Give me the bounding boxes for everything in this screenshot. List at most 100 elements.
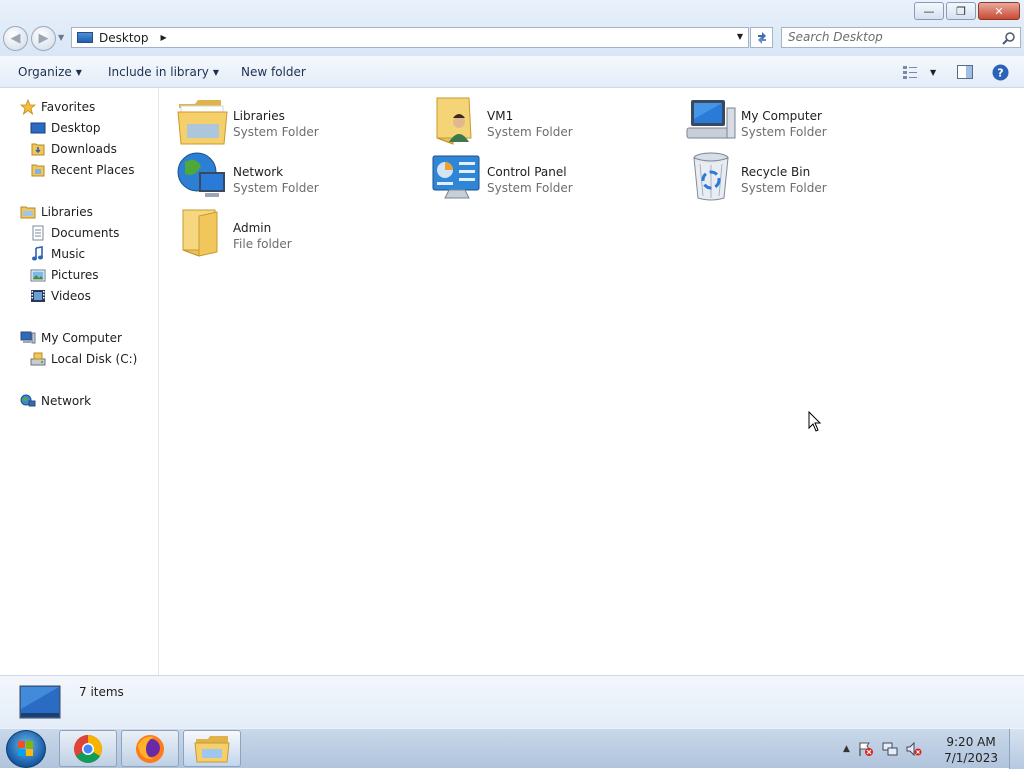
item-type: System Folder — [233, 125, 319, 139]
breadcrumb-arrow-icon[interactable]: ▶ — [161, 33, 167, 42]
nav-videos[interactable]: Videos — [30, 286, 91, 306]
nav-documents[interactable]: Documents — [30, 223, 119, 243]
new-folder-button[interactable]: New folder — [241, 65, 306, 79]
back-arrow-icon: ◀ — [10, 31, 21, 46]
nav-music[interactable]: Music — [30, 244, 85, 264]
control-panel-icon — [432, 155, 480, 199]
svg-text:?: ? — [997, 67, 1003, 80]
address-dropdown-icon[interactable]: ▼ — [737, 32, 743, 41]
back-button[interactable]: ◀ — [3, 26, 28, 51]
item-my-computer[interactable]: My Computer System Folder — [685, 94, 925, 148]
file-list: Libraries System Folder VM1 System Folde… — [159, 88, 1024, 675]
nav-recent-places[interactable]: Recent Places — [30, 160, 134, 180]
clock[interactable]: 9:20 AM 7/1/2023 — [944, 734, 998, 766]
firefox-icon — [136, 735, 164, 763]
show-hidden-icons-button[interactable]: ▲ — [843, 744, 850, 754]
recent-pages-dropdown[interactable]: ▼ — [58, 33, 64, 42]
libraries-icon — [177, 100, 228, 145]
minimize-button[interactable]: — — [914, 2, 944, 20]
network-icon — [20, 393, 36, 409]
search-input[interactable] — [788, 28, 993, 46]
item-count: 7 items — [79, 685, 124, 699]
folder-icon — [182, 209, 218, 257]
item-type: System Folder — [487, 125, 573, 139]
item-type: System Folder — [741, 125, 827, 139]
organize-menu[interactable]: Organize ▼ — [18, 65, 82, 79]
network-status-icon[interactable] — [882, 741, 898, 757]
user-folder-icon — [436, 97, 472, 145]
command-bar: Organize ▼ Include in library ▼ New folder… — [0, 56, 1024, 88]
forward-arrow-icon: ▶ — [38, 31, 49, 46]
refresh-button[interactable] — [750, 27, 773, 48]
downloads-icon — [30, 141, 46, 157]
item-admin[interactable]: Admin File folder — [177, 206, 417, 260]
explorer-icon — [194, 736, 230, 763]
chevron-down-icon: ▼ — [75, 68, 82, 77]
tray-area: ▲ — [843, 741, 922, 757]
nav-desktop[interactable]: Desktop — [30, 118, 101, 138]
nav-libraries[interactable]: Libraries — [20, 202, 93, 222]
item-type: File folder — [233, 237, 292, 251]
view-options-icon — [903, 66, 917, 79]
desktop-icon — [19, 685, 61, 719]
nav-music-label: Music — [51, 247, 86, 261]
item-name: Libraries — [233, 109, 285, 123]
change-view-button[interactable]: ▼ — [902, 64, 936, 80]
details-pane: 7 items — [0, 675, 1024, 728]
item-recycle-bin[interactable]: Recycle Bin System Folder — [685, 150, 925, 204]
nav-downloads-label: Downloads — [51, 142, 117, 156]
restore-button[interactable]: ❐ — [946, 2, 976, 20]
search-icon[interactable] — [1002, 31, 1016, 45]
item-control-panel[interactable]: Control Panel System Folder — [431, 150, 671, 204]
include-in-library-label: Include in library — [108, 65, 209, 79]
nav-favorites[interactable]: Favorites — [19, 97, 95, 117]
computer-icon — [20, 330, 36, 346]
item-type: System Folder — [233, 181, 319, 195]
item-type: System Folder — [741, 181, 827, 195]
star-icon — [19, 98, 37, 116]
volume-muted-icon[interactable] — [906, 741, 922, 757]
chrome-icon — [74, 735, 102, 763]
nav-my-computer[interactable]: My Computer — [20, 328, 122, 348]
nav-videos-label: Videos — [51, 289, 91, 303]
item-vm1[interactable]: VM1 System Folder — [431, 94, 671, 148]
nav-libraries-label: Libraries — [41, 205, 93, 219]
network-icon — [177, 152, 225, 197]
pictures-icon — [30, 267, 46, 283]
desktop-icon — [77, 32, 93, 43]
nav-my-computer-label: My Computer — [41, 331, 122, 345]
nav-documents-label: Documents — [51, 226, 120, 240]
taskbar-chrome[interactable] — [59, 730, 117, 767]
libraries-icon — [20, 204, 36, 220]
show-desktop-button[interactable] — [1009, 729, 1024, 769]
item-libraries[interactable]: Libraries System Folder — [177, 94, 417, 148]
item-network[interactable]: Network System Folder — [177, 150, 417, 204]
refresh-icon — [757, 31, 766, 44]
search-box[interactable] — [781, 27, 1021, 48]
nav-local-disk-label: Local Disk (C:) — [51, 352, 138, 366]
action-center-flag-icon[interactable] — [858, 741, 874, 757]
item-name: Recycle Bin — [741, 165, 811, 179]
nav-local-disk[interactable]: Local Disk (C:) — [30, 349, 137, 369]
nav-downloads[interactable]: Downloads — [30, 139, 117, 159]
taskbar-firefox[interactable] — [121, 730, 179, 767]
chevron-down-icon[interactable]: ▼ — [930, 68, 936, 77]
include-in-library-menu[interactable]: Include in library ▼ — [108, 65, 219, 79]
nav-network[interactable]: Network — [20, 391, 91, 411]
recycle-bin-icon — [693, 152, 729, 201]
clock-date: 7/1/2023 — [944, 751, 998, 765]
clock-time: 9:20 AM — [946, 735, 996, 749]
videos-icon — [30, 288, 46, 304]
close-button[interactable]: ✕ — [978, 2, 1020, 20]
taskbar-explorer[interactable] — [183, 730, 241, 767]
help-button[interactable]: ? — [992, 64, 1009, 84]
forward-button[interactable]: ▶ — [31, 26, 56, 51]
address-bar[interactable]: Desktop ▶ ▼ — [71, 27, 749, 48]
item-name: My Computer — [741, 109, 822, 123]
taskbar: ▲ 9:20 AM 7/1/2023 — [0, 728, 1024, 769]
nav-pictures[interactable]: Pictures — [30, 265, 99, 285]
item-type: System Folder — [487, 181, 573, 195]
address-location[interactable]: Desktop — [99, 31, 149, 45]
preview-pane-button[interactable] — [957, 65, 973, 82]
start-button[interactable] — [6, 730, 46, 768]
